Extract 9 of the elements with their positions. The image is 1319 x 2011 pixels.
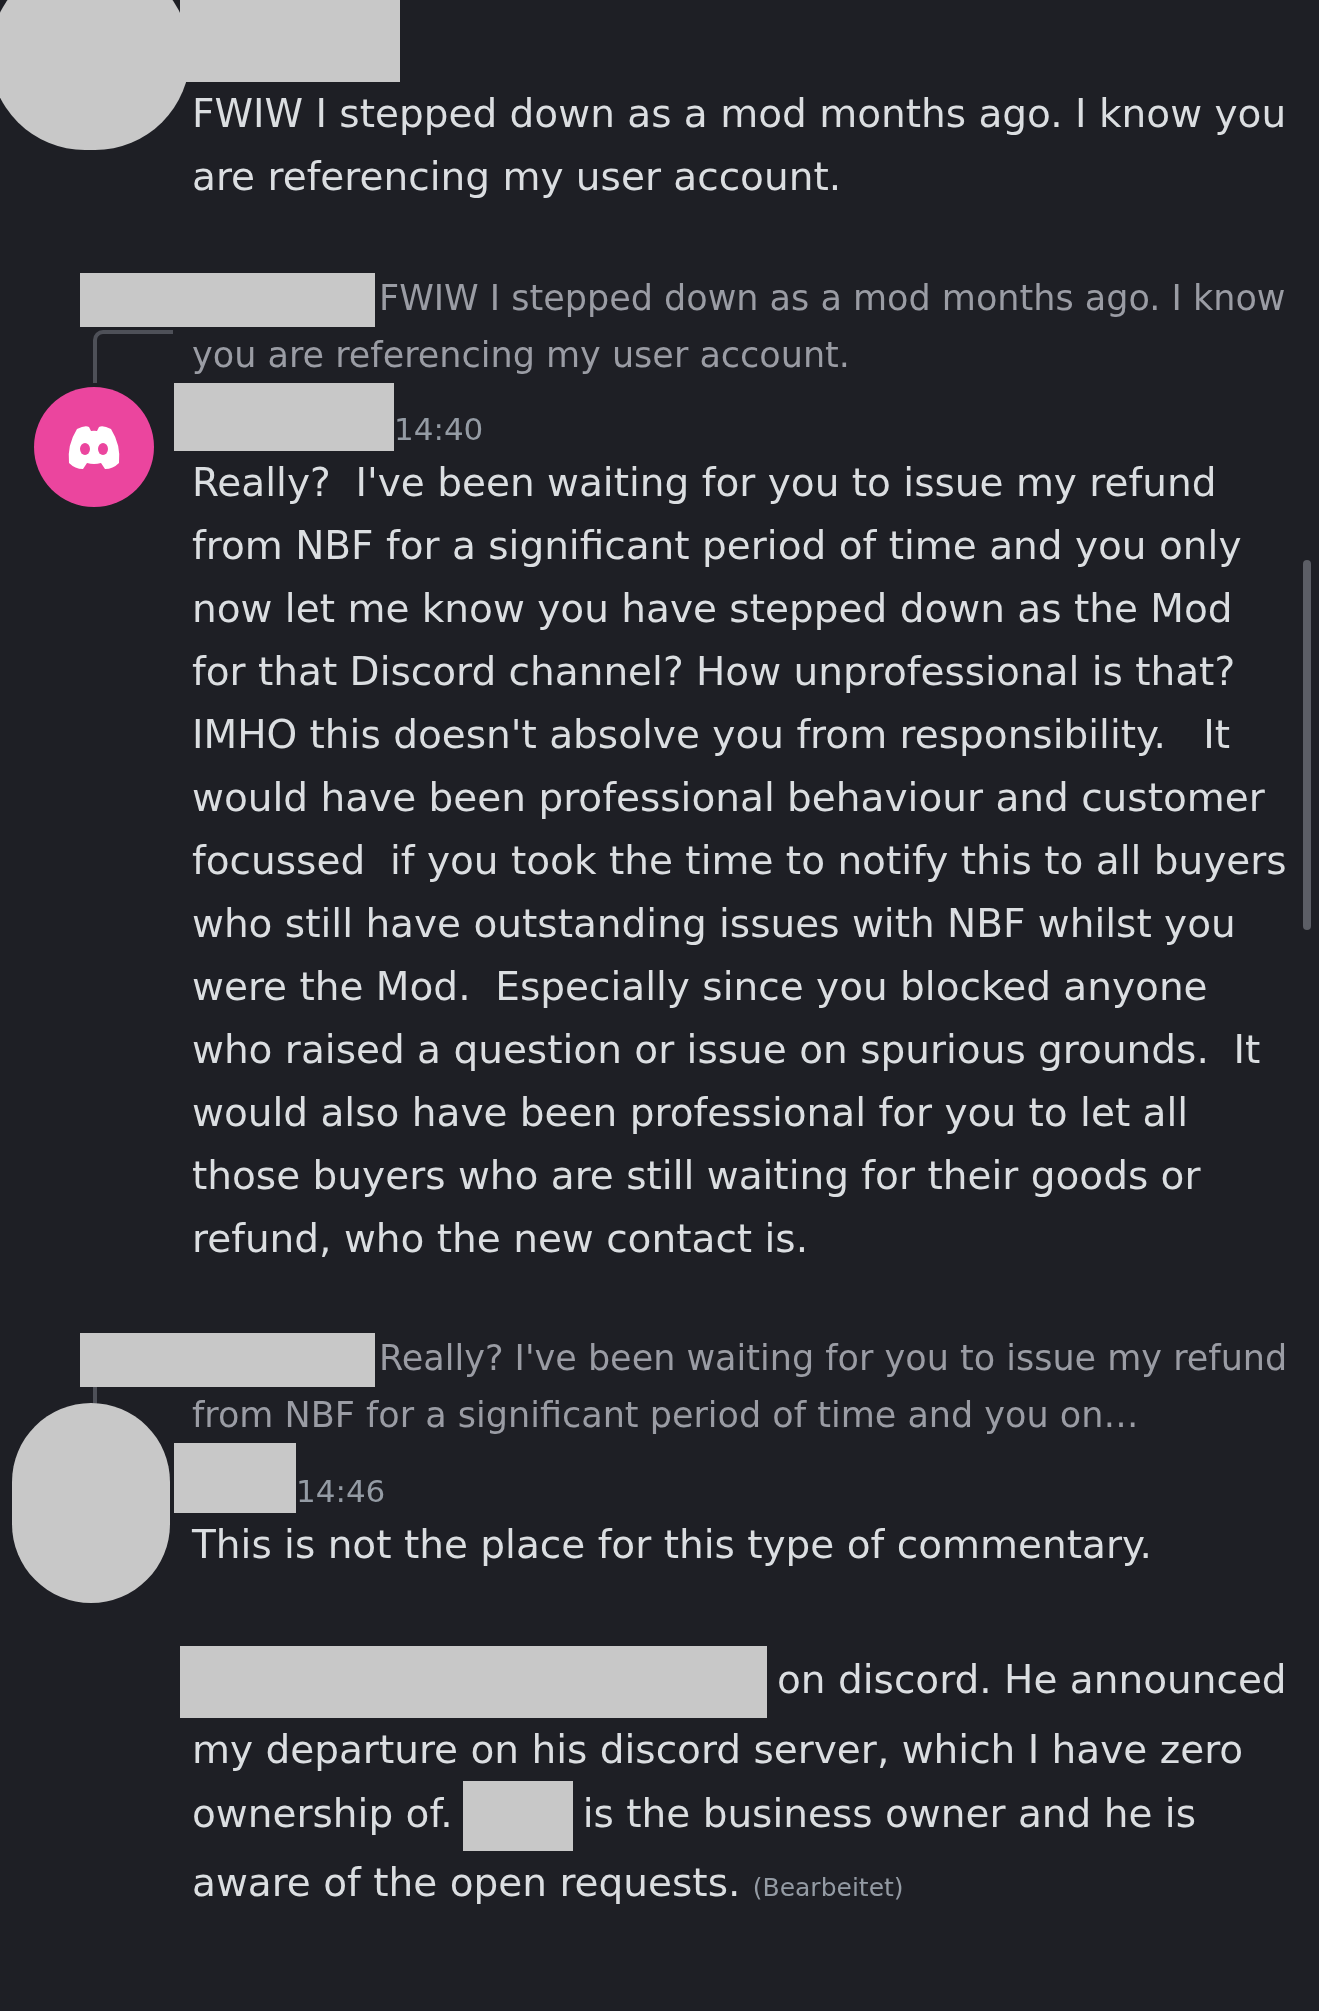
reply-preview-text[interactable]: FWIW I stepped down as a mod months ago. I know you are referencing my user account. xyxy=(80,270,1295,383)
scrollbar[interactable] xyxy=(1303,560,1311,930)
message-text: on discord. He announced my departure on his discord server, which I have zero ownership of. is the business owner and he is aware of the open requests. (Bearbeitet) xyxy=(192,1646,1295,1919)
reply-preview-text[interactable]: Really? I've been waiting for you to issue my refund from NBF for a significant period of time and you on… xyxy=(80,1330,1295,1443)
timestamp: 14:40 xyxy=(394,410,484,449)
message-text: FWIW I stepped down as a mod months ago. I know you are referencing my user account. xyxy=(192,90,1287,201)
message-text: This is not the place for this type of commentary. xyxy=(192,1521,1153,1569)
timestamp: 14:46 xyxy=(296,1472,386,1511)
message-text: Really? I've been waiting for you to issue my refund from NBF for a significant period of time and you only now let me know you have stepped down as the Mod for that Discord channel? How unprofessional is that? IMHO this doesn't absolve you from responsibility. It would have been professional behaviour and customer focussed if you took the time to notify this to all buyers who still have outstanding issues with NBF whilst you were the Mod. Especially since you blocked anyone who raised a question or issue on spurious grounds. It would also have been professional for you to let all those buyers who are still waiting for their goods or refund, who the new contact is. xyxy=(192,459,1288,1263)
